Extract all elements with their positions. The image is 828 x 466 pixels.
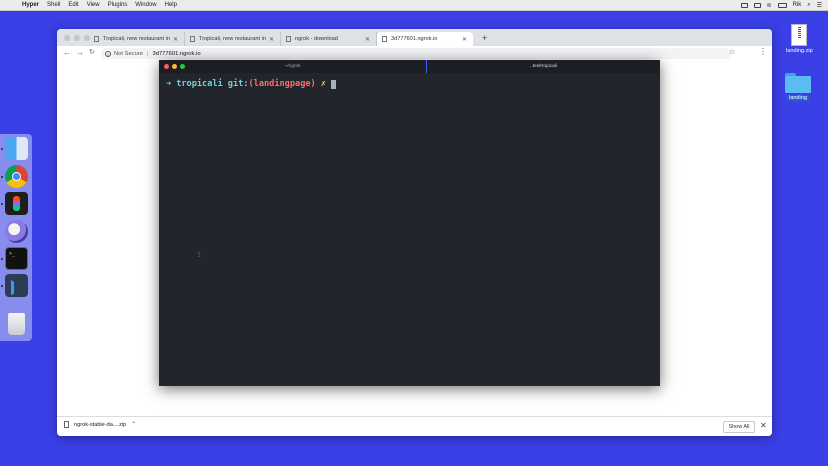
menu-kebab-icon[interactable]: ⋮ (759, 47, 767, 56)
tab-title: ngrok - download (295, 36, 338, 42)
shell-prompt[interactable]: ➜ tropicali git: (landingpage) ✗ (166, 79, 336, 89)
terminal-icon[interactable]: >_ (5, 247, 28, 270)
browser-tab-3[interactable]: ngrok - download ✕ (281, 32, 377, 46)
menu-shell[interactable]: Shell (47, 2, 60, 8)
prompt-dirty-marker: ✗ (320, 79, 326, 89)
terminal-window[interactable]: ~/ngrok ..tes/tropicali ➜ tropicali git:… (159, 60, 660, 386)
prompt-directory: tropicali (176, 79, 223, 89)
desktop-item-label: landing.zip (786, 48, 813, 54)
minimize-window-button[interactable] (74, 35, 80, 41)
reload-icon[interactable]: ↻ (89, 48, 95, 56)
download-item[interactable]: ngrok-stable-da....zip ⌃ (64, 421, 136, 428)
vscode-icon[interactable] (5, 274, 28, 297)
close-tab-icon[interactable]: ✕ (462, 36, 467, 43)
info-icon[interactable]: i (105, 50, 111, 57)
screen-record-icon[interactable] (740, 2, 748, 8)
chrome-icon[interactable] (5, 165, 28, 188)
menu-help[interactable]: Help (165, 2, 177, 8)
forward-arrow-icon[interactable]: → (76, 48, 84, 57)
spotlight-search-icon[interactable]: ⌕ (807, 2, 810, 9)
menu-edit[interactable]: Edit (68, 2, 78, 8)
text-cursor (330, 79, 336, 89)
prompt-git-branch: (landingpage) (248, 79, 316, 89)
menu-window[interactable]: Window (135, 2, 156, 8)
back-arrow-icon[interactable]: ← (63, 48, 71, 57)
window-controls (64, 35, 90, 41)
close-tab-icon[interactable]: ✕ (269, 36, 274, 43)
display-icon[interactable] (753, 2, 761, 8)
running-indicator (1, 176, 3, 178)
close-window-button[interactable] (64, 35, 70, 41)
close-download-bar-icon[interactable]: ✕ (760, 421, 767, 430)
security-status[interactable]: Not Secure (114, 51, 143, 57)
menu-bar: Hyper Shell Edit View Plugins Window Hel… (0, 0, 828, 11)
url-text[interactable]: 3d777601.ngrok.io (153, 51, 201, 57)
trash-icon[interactable] (8, 313, 25, 335)
terminal-tab-bar: ~/ngrok ..tes/tropicali (159, 60, 660, 73)
terminal-tab-tropicali[interactable]: ..tes/tropicali (427, 60, 660, 73)
terminal-tab-title: ..tes/tropicali (530, 64, 557, 69)
desktop-item-landing-zip[interactable]: landing.zip (784, 24, 815, 54)
finder-icon[interactable] (5, 137, 28, 160)
prompt-arrow: ➜ (166, 79, 172, 89)
sketch-icon[interactable] (5, 220, 28, 243)
tab-title: Tropicali, new restaurant in Sa (103, 36, 170, 42)
address-bar[interactable]: i Not Secure | 3d777601.ngrok.io (101, 48, 731, 59)
terminal-tab-ngrok[interactable]: ~/ngrok (159, 60, 426, 73)
tab-title: Tropicali, new restaurant in Sa (199, 36, 266, 42)
tab-title: 3d777601.ngrok.io (391, 36, 438, 42)
zip-file-icon (791, 24, 808, 46)
chevron-up-icon[interactable]: ⌃ (131, 421, 136, 428)
download-bar: ngrok-stable-da....zip ⌃ Show All ✕ (57, 416, 772, 436)
menu-plugins[interactable]: Plugins (108, 2, 128, 8)
figma-icon[interactable] (5, 192, 28, 215)
running-indicator (1, 148, 3, 150)
mouse-ibeam-cursor-icon: I (197, 251, 202, 259)
user-name[interactable]: Rik (793, 2, 802, 8)
running-indicator (1, 258, 3, 260)
running-indicator (1, 285, 3, 287)
menu-view[interactable]: View (87, 2, 100, 8)
desktop-item-landing-folder[interactable]: landing (785, 73, 811, 101)
browser-tab-2[interactable]: Tropicali, new restaurant in Sa ✕ (185, 32, 281, 46)
new-tab-button[interactable]: + (482, 33, 487, 43)
tab-strip: Tropicali, new restaurant in Sa ✕ Tropic… (57, 29, 772, 46)
address-separator: | (147, 50, 149, 57)
close-tab-icon[interactable]: ✕ (365, 36, 370, 43)
bookmark-star-icon[interactable]: ☆ (729, 48, 735, 56)
page-icon (382, 36, 387, 42)
file-icon (64, 421, 69, 428)
folder-icon (785, 73, 811, 93)
page-icon (94, 36, 99, 42)
notification-center-icon[interactable]: ☰ (817, 2, 822, 9)
page-icon (286, 36, 291, 42)
menu-app-name[interactable]: Hyper (22, 2, 39, 8)
battery-icon[interactable] (777, 2, 787, 8)
terminal-tab-title: ~/ngrok (284, 64, 301, 69)
browser-tab-4-active[interactable]: 3d777601.ngrok.io ✕ (377, 32, 473, 46)
browser-tab-1[interactable]: Tropicali, new restaurant in Sa ✕ (89, 32, 185, 46)
dock: >_ (0, 134, 32, 341)
download-filename[interactable]: ngrok-stable-da....zip (74, 422, 126, 428)
prompt-git-label: git: (227, 79, 249, 89)
close-tab-icon[interactable]: ✕ (173, 36, 178, 43)
show-all-button[interactable]: Show All (723, 421, 755, 433)
desktop-item-label: landing (786, 95, 810, 101)
wifi-icon[interactable]: ≋ (767, 2, 772, 9)
running-indicator (1, 203, 3, 205)
page-icon (190, 36, 195, 42)
